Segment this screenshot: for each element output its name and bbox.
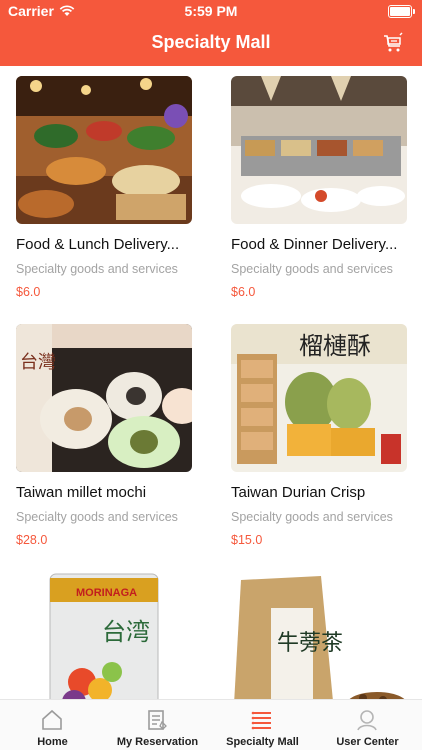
mochi-side-text: 台灣 (20, 352, 56, 373)
product-name: Food & Lunch Delivery... (16, 236, 180, 253)
list-icon (251, 711, 271, 730)
reservation-icon (148, 710, 167, 730)
tab-specialty-mall[interactable]: Specialty Mall (210, 700, 315, 750)
page-title: Specialty Mall (151, 32, 271, 52)
product-desc: Specialty goods and services (16, 262, 178, 276)
product-desc: Specialty goods and services (231, 510, 393, 524)
product-image-mochi[interactable]: 台灣 (16, 324, 192, 472)
tab-user-center[interactable]: User Center (315, 700, 420, 750)
product-desc: Specialty goods and services (16, 510, 178, 524)
product-card[interactable]: Food & Lunch Delivery... Specialty goods… (16, 76, 192, 299)
product-card[interactable]: 牛蒡茶 (231, 572, 407, 700)
product-desc: Specialty goods and services (231, 262, 393, 276)
user-icon (357, 710, 377, 731)
tea-text: 牛蒡茶 (277, 631, 343, 656)
product-name: Food & Dinner Delivery... (231, 236, 398, 253)
durian-title-text: 榴槤酥 (299, 332, 371, 360)
product-card[interactable]: 台灣 Taiwan millet mochi Specialty goods a… (16, 324, 192, 547)
product-name: Taiwan Durian Crisp (231, 484, 366, 501)
product-card[interactable]: MORINAGA 台湾 (16, 572, 192, 700)
tab-bar: Home My Reservation Specialty Mall User … (0, 699, 422, 750)
battery-icon (388, 5, 415, 18)
morinaga-text: MORINAGA (76, 587, 137, 599)
cart-icon[interactable] (382, 32, 404, 54)
product-image-hotpot-buffet[interactable] (231, 76, 407, 224)
product-name: Taiwan millet mochi (16, 484, 147, 501)
product-price: $6.0 (231, 285, 256, 299)
home-icon (42, 709, 62, 730)
product-image-buffet[interactable] (16, 76, 192, 224)
tab-label: Specialty Mall (226, 736, 299, 748)
product-card[interactable]: 榴槤酥 Taiwan Durian Crisp Specialty goods … (231, 324, 407, 547)
product-price: $28.0 (16, 533, 48, 547)
product-card[interactable]: Food & Dinner Delivery... Specialty good… (231, 76, 407, 299)
tab-label: Home (37, 736, 68, 748)
product-image-burdock-tea[interactable]: 牛蒡茶 (231, 572, 407, 700)
header-bar: Carrier 5:59 PM Specialty Mall (0, 0, 422, 66)
status-time: 5:59 PM (184, 3, 238, 19)
product-price: $15.0 (231, 533, 263, 547)
product-image-morinaga-tin[interactable]: MORINAGA 台湾 (16, 572, 192, 700)
product-image-durian-crisp[interactable]: 榴槤酥 (231, 324, 407, 472)
taiwan-text: 台湾 (102, 618, 150, 646)
tab-label: User Center (336, 736, 399, 748)
tab-label: My Reservation (116, 736, 199, 748)
product-price: $6.0 (16, 285, 41, 299)
tab-my-reservation[interactable]: My Reservation (105, 700, 210, 750)
status-bar: Carrier 5:59 PM (0, 0, 422, 22)
tab-home[interactable]: Home (0, 700, 105, 750)
product-grid: Food & Lunch Delivery... Specialty goods… (0, 66, 422, 700)
